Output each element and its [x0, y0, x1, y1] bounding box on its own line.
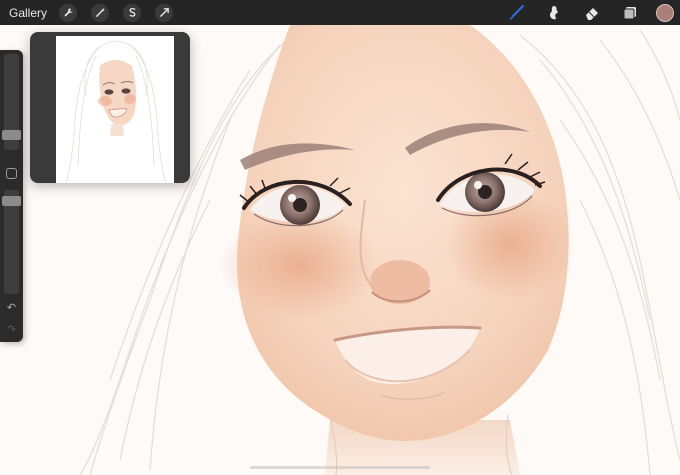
gallery-button[interactable]: Gallery [9, 6, 47, 20]
selection-icon[interactable] [123, 3, 142, 22]
brush-size-slider[interactable] [2, 54, 21, 150]
home-indicator [250, 466, 430, 469]
reference-window[interactable] [30, 32, 190, 183]
wrench-icon[interactable] [59, 3, 78, 22]
top-toolbar: Gallery [0, 0, 680, 25]
brush-size-knob[interactable] [2, 130, 21, 140]
transform-arrow-icon[interactable] [155, 3, 174, 22]
layers-icon[interactable] [618, 1, 642, 25]
color-picker-button[interactable] [656, 3, 674, 22]
right-tool-group [490, 0, 680, 25]
left-sidebar: ↶ ↷ [0, 50, 23, 342]
smudge-icon[interactable] [542, 1, 566, 25]
reference-thumbnail [56, 36, 174, 183]
eraser-icon[interactable] [580, 1, 604, 25]
opacity-knob[interactable] [2, 196, 21, 206]
redo-icon[interactable]: ↷ [4, 324, 19, 336]
brush-icon[interactable] [504, 1, 528, 25]
magic-wand-icon[interactable] [91, 3, 110, 22]
modify-button[interactable] [6, 168, 17, 179]
undo-icon[interactable]: ↶ [4, 302, 19, 314]
opacity-slider[interactable] [2, 190, 21, 294]
